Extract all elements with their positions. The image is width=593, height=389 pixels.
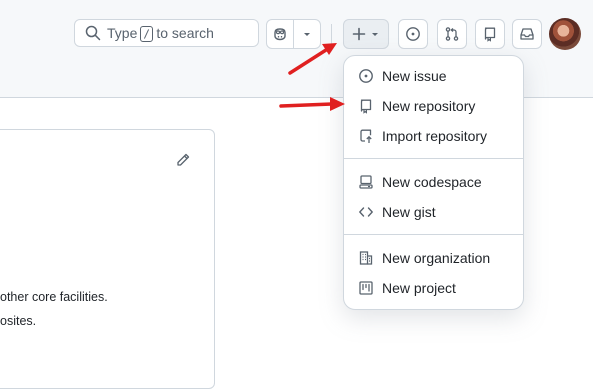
repo-icon: [360, 99, 372, 114]
project-icon: [359, 281, 373, 295]
menu-item-import-repository[interactable]: Import repository: [344, 121, 523, 151]
menu-item-new-organization[interactable]: New organization: [344, 243, 523, 273]
menu-separator: [344, 158, 523, 159]
menu-item-label: New organization: [382, 250, 491, 266]
repo-push-icon: [360, 129, 372, 143]
content-card: [0, 129, 215, 389]
create-new-button[interactable]: [343, 19, 389, 49]
slash-key-hint: [140, 26, 154, 42]
copilot-icon: [274, 28, 286, 41]
menu-item-new-gist[interactable]: New gist: [344, 197, 523, 227]
organization-icon: [359, 251, 373, 265]
plus-icon: [352, 27, 366, 41]
menu-item-label: New issue: [382, 68, 447, 84]
git-pull-request-icon: [445, 27, 459, 41]
menu-item-new-repository[interactable]: New repository: [344, 91, 523, 121]
issues-button[interactable]: [398, 19, 428, 49]
user-avatar[interactable]: [549, 18, 581, 50]
issue-opened-icon: [359, 69, 373, 83]
copilot-dropdown-button[interactable]: [294, 20, 320, 48]
menu-item-label: New repository: [382, 98, 476, 114]
card-text-line: other core facilities.: [0, 290, 108, 304]
repo-icon: [484, 27, 496, 42]
search-placeholder-post: to search: [156, 25, 214, 41]
menu-item-label: New codespace: [382, 174, 482, 190]
search-icon: [85, 25, 101, 41]
copilot-button[interactable]: [267, 20, 293, 48]
menu-item-label: New gist: [382, 204, 436, 220]
arrow-to-new-repository: [279, 97, 345, 111]
triangle-down-icon: [303, 33, 310, 36]
code-icon: [359, 207, 373, 217]
menu-item-new-codespace[interactable]: New codespace: [344, 167, 523, 197]
menu-item-new-issue[interactable]: New issue: [344, 61, 523, 91]
pencil-icon[interactable]: [175, 152, 191, 168]
search-input[interactable]: Type to search: [74, 19, 259, 47]
inbox-button[interactable]: [512, 19, 542, 49]
menu-item-new-project[interactable]: New project: [344, 273, 523, 303]
create-new-menu: New issue New repository Import reposito…: [343, 55, 524, 310]
card-text-line: osites.: [0, 314, 37, 328]
issue-opened-icon: [406, 27, 420, 41]
codespaces-icon: [359, 175, 373, 189]
header-divider: [331, 24, 332, 44]
triangle-down-icon: [372, 33, 378, 36]
pull-requests-button[interactable]: [437, 19, 467, 49]
menu-item-label: Import repository: [382, 128, 488, 144]
repositories-button[interactable]: [475, 19, 505, 49]
inbox-icon: [520, 28, 534, 40]
menu-separator: [344, 234, 523, 235]
menu-item-label: New project: [382, 280, 456, 296]
search-placeholder-pre: Type: [107, 25, 138, 41]
copilot-button-group: [266, 19, 321, 49]
